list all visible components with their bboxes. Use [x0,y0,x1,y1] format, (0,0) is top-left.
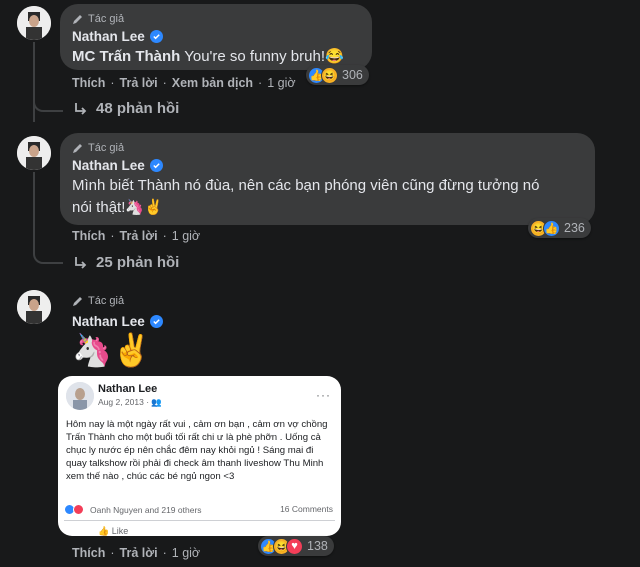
like-link[interactable]: Thích [72,229,105,243]
avatar[interactable] [17,136,51,170]
timestamp[interactable]: 1 giờ [267,76,295,90]
screenshot-reactors: Oanh Nguyen and 219 others [90,504,202,515]
author-badge-label: Tác giả [88,295,125,307]
verified-icon [149,315,163,328]
author-badge-label: Tác giả [88,142,125,154]
commenter-name[interactable]: Nathan Lee [72,158,145,173]
thumbs-up-icon: 👍 [98,526,112,536]
commenter-name[interactable]: Nathan Lee [72,314,145,329]
verified-icon [149,159,163,172]
author-badge: Tác giả [72,12,360,26]
emoji-comment: 🦄✌ [72,332,152,368]
like-link[interactable]: Thích [72,76,105,90]
view-replies-link[interactable]: 48 phản hồi [72,100,179,117]
attached-screenshot[interactable]: Nathan Lee Aug 2, 2013 · 👥 ··· Hôm nay l… [58,376,341,536]
comment-text: Mình biết Thành nó đùa, nên các bạn phón… [72,175,583,219]
comment-body: You're so funny bruh!😂 [180,48,344,65]
verified-icon [149,30,163,43]
comment-line: nói thật!🦄✌ [72,199,163,216]
avatar[interactable] [17,290,51,324]
more-options-icon: ··· [316,388,331,402]
pencil-icon [73,15,82,24]
timestamp[interactable]: 1 giờ [172,546,200,560]
screenshot-reactions: Oanh Nguyen and 219 others [64,504,202,515]
divider [64,520,335,521]
thread-elbow [33,42,63,112]
screenshot-like-label: 👍 Like [98,526,129,536]
reply-arrow-icon [75,102,87,115]
reaction-count: 138 [307,539,328,553]
reply-link[interactable]: Trả lời [120,546,158,560]
view-replies-link[interactable]: 25 phản hồi [72,254,179,271]
reaction-count: 306 [342,68,363,82]
screenshot-comment-count: 16 Comments [280,504,333,514]
screenshot-author-name: Nathan Lee [98,383,158,395]
haha-reaction-icon: 😆 [321,66,338,84]
author-badge: Tác giả [72,294,124,308]
comment-bubble: Tác giả Nathan Lee Mình biết Thành nó đù… [60,133,595,225]
screenshot-post-text: Hôm nay là một ngày rất vui , cảm ơn bạn… [66,419,328,482]
see-translation-link[interactable]: Xem bản dịch [172,76,253,90]
pencil-icon [73,144,82,153]
thread-elbow [33,172,63,264]
reaction-summary[interactable]: 👍 😆 ♥ 138 [258,536,334,556]
mention-link[interactable]: MC Trấn Thành [72,48,180,65]
comment-bubble: Tác giả Nathan Lee MC Trấn Thành You're … [60,4,372,70]
reaction-count: 236 [564,221,585,235]
reaction-summary[interactable]: 👍 😆 306 [306,65,369,85]
reaction-summary[interactable]: 😆 👍 236 [528,218,591,238]
comment-actions: Thích · Trả lời · 1 giờ [72,546,201,560]
comment-actions: Thích · Trả lời · 1 giờ [72,229,201,243]
replies-count-label: 48 phản hồi [96,100,180,117]
love-reaction-icon: ♥ [286,537,303,555]
screenshot-date: Aug 2, 2013 · 👥 [98,397,162,407]
reply-link[interactable]: Trả lời [120,229,158,243]
reply-link[interactable]: Trả lời [120,76,158,90]
reply-arrow-icon [75,256,87,269]
like-link[interactable]: Thích [72,546,105,560]
replies-count-label: 25 phản hồi [96,254,180,271]
love-reaction-icon [73,504,84,515]
author-badge-label: Tác giả [88,13,125,25]
comment-line: Mình biết Thành nó đùa, nên các bạn phón… [72,177,540,194]
avatar[interactable] [17,6,51,40]
like-reaction-icon: 👍 [543,219,560,237]
pencil-icon [73,297,82,306]
screenshot-avatar [66,382,94,410]
friends-icon: 👥 [151,397,162,407]
commenter-name[interactable]: Nathan Lee [72,29,145,44]
comment-actions: Thích · Trả lời · Xem bản dịch · 1 giờ [72,76,296,90]
timestamp[interactable]: 1 giờ [172,229,200,243]
author-badge: Tác giả [72,141,583,155]
